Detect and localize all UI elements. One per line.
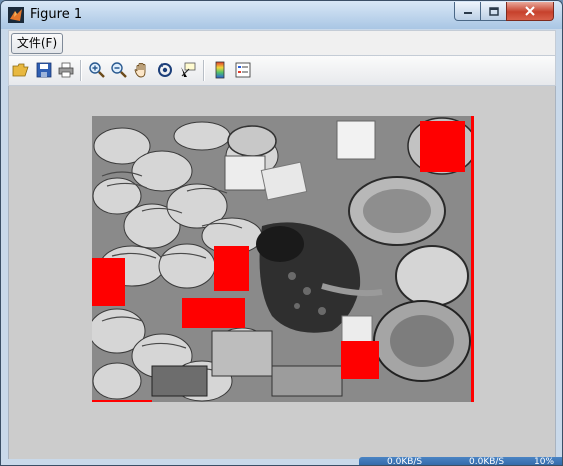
window-title: Figure 1 [30, 7, 83, 22]
close-icon [525, 6, 535, 16]
menu-bar: 文件(F) [8, 30, 556, 56]
toolbar-separator [203, 60, 205, 81]
upload-speed-text: 0.0KB/S [387, 457, 423, 466]
figure-toolbar [8, 56, 556, 86]
maximize-button[interactable] [480, 2, 507, 21]
toolbar-separator [80, 60, 82, 81]
zoom-out-icon[interactable] [110, 61, 128, 79]
usage-percent-text: 10% [534, 457, 555, 466]
open-icon[interactable] [12, 61, 30, 79]
download-speed-text: 0.0KB/S [469, 457, 505, 466]
close-button[interactable] [506, 2, 554, 21]
colorbar-icon[interactable] [211, 61, 229, 79]
maximize-icon [488, 6, 499, 16]
figure-window: Figure 1 文件(F) 0.0KB/S 0.0KB/S 10% [0, 0, 563, 466]
figure-canvas [8, 86, 556, 459]
title-bar[interactable]: Figure 1 [1, 1, 562, 29]
save-icon[interactable] [35, 61, 53, 79]
taskbar-network-status: 0.0KB/S 0.0KB/S 10% [359, 457, 562, 466]
rotate-3d-icon[interactable] [156, 61, 174, 79]
minimize-icon [463, 12, 472, 14]
menu-file[interactable]: 文件(F) [11, 33, 63, 54]
zoom-in-icon[interactable] [88, 61, 106, 79]
minimize-button[interactable] [454, 2, 481, 21]
print-icon[interactable] [57, 61, 75, 79]
matlab-logo-icon [8, 7, 24, 23]
legend-icon[interactable] [234, 61, 252, 79]
pan-hand-icon[interactable] [133, 61, 151, 79]
grayscale-market-image [92, 116, 474, 402]
data-cursor-icon[interactable] [179, 61, 197, 79]
